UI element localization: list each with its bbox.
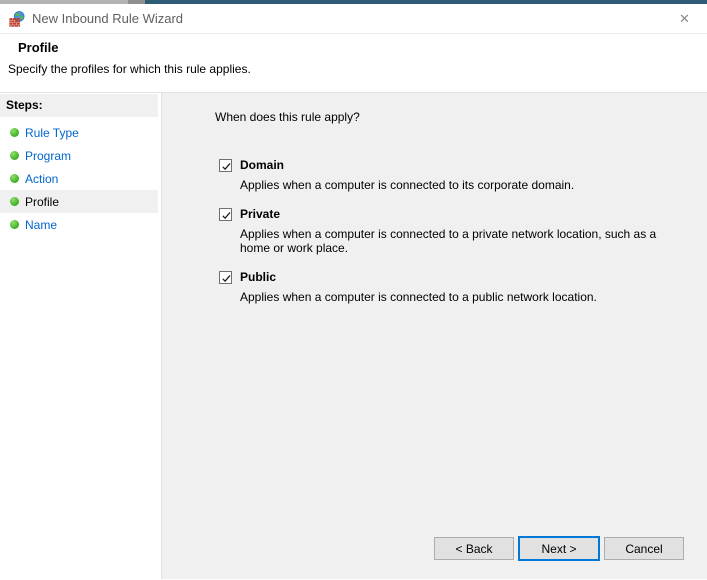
profile-option-domain: Domain Applies when a computer is connec… <box>219 158 707 192</box>
profile-options: Domain Applies when a computer is connec… <box>162 124 707 304</box>
page-subtitle: Specify the profiles for which this rule… <box>0 55 707 76</box>
sidebar-item-label: Action <box>25 172 58 186</box>
domain-description: Applies when a computer is connected to … <box>240 178 574 192</box>
step-bullet-icon <box>10 197 19 206</box>
private-description: Applies when a computer is connected to … <box>240 227 676 255</box>
private-label[interactable]: Private <box>240 207 676 221</box>
close-button[interactable]: ✕ <box>662 4 707 34</box>
step-bullet-icon <box>10 128 19 137</box>
firewall-icon <box>9 11 25 27</box>
public-checkbox[interactable] <box>219 271 232 284</box>
sidebar-item-label: Program <box>25 149 71 163</box>
sidebar-item-label: Profile <box>25 195 59 209</box>
domain-label[interactable]: Domain <box>240 158 574 172</box>
profile-option-private: Private Applies when a computer is conne… <box>219 207 707 255</box>
cancel-button[interactable]: Cancel <box>604 537 684 560</box>
profile-option-public: Public Applies when a computer is connec… <box>219 270 707 304</box>
next-button[interactable]: Next > <box>518 536 600 561</box>
sidebar-item-label: Name <box>25 218 57 232</box>
wizard-body: Steps: Rule Type Program Action Profile … <box>0 93 707 579</box>
page-title: Profile <box>0 34 707 55</box>
wizard-header: Profile Specify the profiles for which t… <box>0 34 707 93</box>
step-bullet-icon <box>10 174 19 183</box>
sidebar-item-program[interactable]: Program <box>0 144 158 167</box>
button-row: < Back Next > Cancel <box>430 536 684 561</box>
step-bullet-icon <box>10 151 19 160</box>
checkmark-icon <box>220 209 233 222</box>
steps-heading: Steps: <box>0 94 158 117</box>
sidebar-item-profile[interactable]: Profile <box>0 190 158 213</box>
close-icon: ✕ <box>679 11 690 27</box>
checkmark-icon <box>220 272 233 285</box>
sidebar-item-label: Rule Type <box>25 126 79 140</box>
sidebar-item-name[interactable]: Name <box>0 213 158 236</box>
public-label[interactable]: Public <box>240 270 597 284</box>
titlebar: New Inbound Rule Wizard ✕ <box>0 4 707 34</box>
step-bullet-icon <box>10 220 19 229</box>
sidebar-item-rule-type[interactable]: Rule Type <box>0 121 158 144</box>
window-title: New Inbound Rule Wizard <box>32 11 183 26</box>
private-checkbox[interactable] <box>219 208 232 221</box>
wizard-content: When does this rule apply? Domain Applie… <box>162 93 707 579</box>
new-inbound-rule-wizard-dialog: New Inbound Rule Wizard ✕ Profile Specif… <box>0 0 707 580</box>
public-description: Applies when a computer is connected to … <box>240 290 597 304</box>
back-button[interactable]: < Back <box>434 537 514 560</box>
checkmark-icon <box>220 160 233 173</box>
question-text: When does this rule apply? <box>162 93 707 124</box>
steps-sidebar: Steps: Rule Type Program Action Profile … <box>0 93 162 579</box>
domain-checkbox[interactable] <box>219 159 232 172</box>
sidebar-item-action[interactable]: Action <box>0 167 158 190</box>
